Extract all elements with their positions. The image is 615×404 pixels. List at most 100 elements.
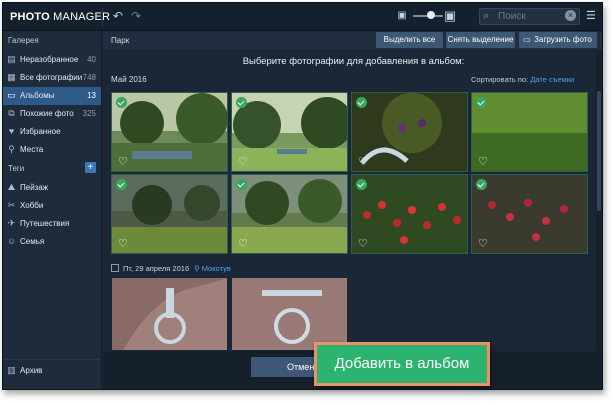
- sidebar-item-count: 13: [87, 91, 96, 100]
- location-link[interactable]: ⚲ Мокотув: [194, 264, 231, 273]
- photo-park-trees: [232, 93, 347, 171]
- photo-thumbnail[interactable]: ♡: [471, 174, 588, 254]
- favorite-heart-icon[interactable]: ♡: [478, 239, 488, 250]
- favorite-heart-icon[interactable]: ♡: [238, 239, 248, 250]
- selected-check-icon[interactable]: [476, 97, 487, 108]
- photo-tulips-dark: [472, 175, 587, 253]
- clear-search-icon[interactable]: ×: [565, 10, 576, 21]
- photo-flowers-bike: [352, 93, 467, 171]
- upload-photo-button[interactable]: ▭ Загрузить фото: [519, 32, 597, 48]
- photo-bike-paving: [232, 278, 347, 350]
- sidebar-item-favorites[interactable]: ♥ Избранное: [3, 123, 101, 141]
- sidebar-tag-travel[interactable]: ✈ Путешествия: [3, 215, 101, 233]
- sidebar-item-label: Места: [20, 145, 44, 154]
- location-icon: ⚲: [8, 144, 15, 154]
- photo-meadow: [112, 175, 227, 253]
- date-group-checkbox[interactable]: [111, 264, 119, 272]
- image-large-icon[interactable]: ▣: [443, 9, 457, 23]
- sort-label: Сортировать по:: [471, 75, 529, 84]
- sidebar-item-label: Все фотографии: [20, 73, 83, 82]
- sidebar-item-label: Путешествия: [20, 219, 70, 228]
- sidebar-item-places[interactable]: ⚲ Места: [3, 141, 101, 159]
- sidebar-item-unsorted[interactable]: ▤ Неразобранное 40: [3, 51, 101, 69]
- sort-value-link[interactable]: Дате съемки: [530, 75, 574, 84]
- sidebar-item-similar[interactable]: ⧉ Похожие фото 325: [3, 105, 101, 123]
- heart-icon: ♥: [8, 126, 15, 136]
- top-bar: PHOTO MANAGER ↶ ↷ ▣ ▣ ⌕ Поиск × ☰: [3, 3, 602, 31]
- sidebar-tag-hobby[interactable]: ✂ Хобби: [3, 197, 101, 215]
- favorite-heart-icon[interactable]: ♡: [118, 239, 128, 250]
- selected-check-icon[interactable]: [476, 179, 487, 190]
- sidebar-item-label: Альбомы: [20, 91, 55, 100]
- location-pin-icon: ⚲: [194, 264, 200, 273]
- date-label: Пт, 29 апреля 2016: [123, 264, 190, 273]
- toolbar-divider: [102, 8, 103, 26]
- redo-icon[interactable]: ↷: [129, 9, 143, 23]
- photo-park-pond: [112, 93, 227, 171]
- sidebar-item-all-photos[interactable]: ▦ Все фотографии 748: [3, 69, 101, 87]
- gallery-header: Галерея: [8, 36, 39, 45]
- favorite-heart-icon[interactable]: ♡: [478, 157, 488, 168]
- photo-thumbnail[interactable]: ♡: [351, 92, 468, 172]
- favorite-heart-icon[interactable]: ♡: [358, 157, 368, 168]
- select-all-button[interactable]: Выделить все: [376, 32, 443, 48]
- sidebar-tag-family[interactable]: ☺ Семья: [3, 233, 101, 251]
- search-input[interactable]: ⌕ Поиск ×: [479, 8, 580, 25]
- upload-label: Загрузить фото: [534, 35, 592, 44]
- deselect-button[interactable]: Снять выделение: [446, 32, 515, 48]
- cancel-button[interactable]: Отмена: [251, 357, 321, 377]
- photo-grass: [472, 93, 587, 171]
- photo-thumbnail[interactable]: ♡: [111, 92, 228, 172]
- favorite-heart-icon[interactable]: ♡: [358, 239, 368, 250]
- location-label: Мокотув: [201, 264, 231, 273]
- sort-control[interactable]: Сортировать по: Дате съемки: [471, 75, 574, 84]
- add-to-album-button[interactable]: Добавить в альбом: [314, 342, 490, 386]
- zoom-slider-handle[interactable]: [427, 11, 435, 19]
- photo-thumbnail[interactable]: ♡: [471, 92, 588, 172]
- undo-icon[interactable]: ↶: [111, 9, 125, 23]
- similar-icon: ⧉: [8, 108, 15, 118]
- sidebar-item-label: Архив: [20, 366, 43, 375]
- selected-check-icon[interactable]: [236, 179, 247, 190]
- photo-thumbnail[interactable]: ♡: [111, 174, 228, 254]
- sidebar-item-count: 40: [87, 55, 96, 64]
- sidebar-item-count: 325: [82, 109, 96, 118]
- photo-thumbnail[interactable]: ♡: [351, 174, 468, 254]
- selected-check-icon[interactable]: [356, 179, 367, 190]
- breadcrumb: Парк: [111, 36, 130, 45]
- image-small-icon[interactable]: ▣: [395, 9, 409, 23]
- photo-thumbnail[interactable]: [111, 277, 228, 351]
- sidebar-item-count: 748: [82, 73, 96, 82]
- favorite-heart-icon[interactable]: ♡: [238, 157, 248, 168]
- unsorted-icon: ▤: [7, 54, 16, 64]
- sidebar-item-label: Похожие фото: [20, 109, 74, 118]
- sidebar-tag-landscape[interactable]: ⛰ Пейзаж: [3, 179, 101, 197]
- add-tag-button[interactable]: +: [85, 162, 96, 173]
- tag-icon: ⛰: [7, 182, 16, 192]
- tag-icon: ✈: [7, 218, 16, 228]
- search-placeholder: Поиск: [498, 11, 526, 22]
- app-logo: PHOTO MANAGER: [10, 11, 111, 23]
- selected-check-icon[interactable]: [116, 179, 127, 190]
- photo-thumbnail[interactable]: ♡: [231, 92, 348, 172]
- scrollbar-thumb[interactable]: [597, 91, 601, 211]
- sidebar-item-label: Избранное: [20, 127, 61, 136]
- photo-tulips-red: [352, 175, 467, 253]
- photo-thumbnail[interactable]: ♡: [231, 174, 348, 254]
- tag-icon: ☺: [7, 236, 17, 246]
- sidebar-item-albums[interactable]: ▭ Альбомы 13: [3, 87, 101, 105]
- app-window: PHOTO MANAGER ↶ ↷ ▣ ▣ ⌕ Поиск × ☰ Галере…: [2, 2, 603, 390]
- favorite-heart-icon[interactable]: ♡: [118, 157, 128, 168]
- photo-thumbnail[interactable]: [231, 277, 348, 351]
- tags-header: Теги: [8, 164, 25, 173]
- selected-check-icon[interactable]: [356, 97, 367, 108]
- upload-icon: ▭: [523, 35, 531, 44]
- selected-check-icon[interactable]: [236, 97, 247, 108]
- selection-prompt: Выберите фотографии для добавления в аль…: [242, 56, 465, 67]
- group-title: Май 2016: [111, 75, 147, 84]
- selected-check-icon[interactable]: [116, 97, 127, 108]
- sidebar-item-label: Хобби: [20, 201, 44, 210]
- filter-icon[interactable]: ☰: [586, 9, 596, 22]
- sidebar-item-archive[interactable]: ▥ Архив: [3, 359, 101, 381]
- tag-icon: ✂: [7, 200, 16, 210]
